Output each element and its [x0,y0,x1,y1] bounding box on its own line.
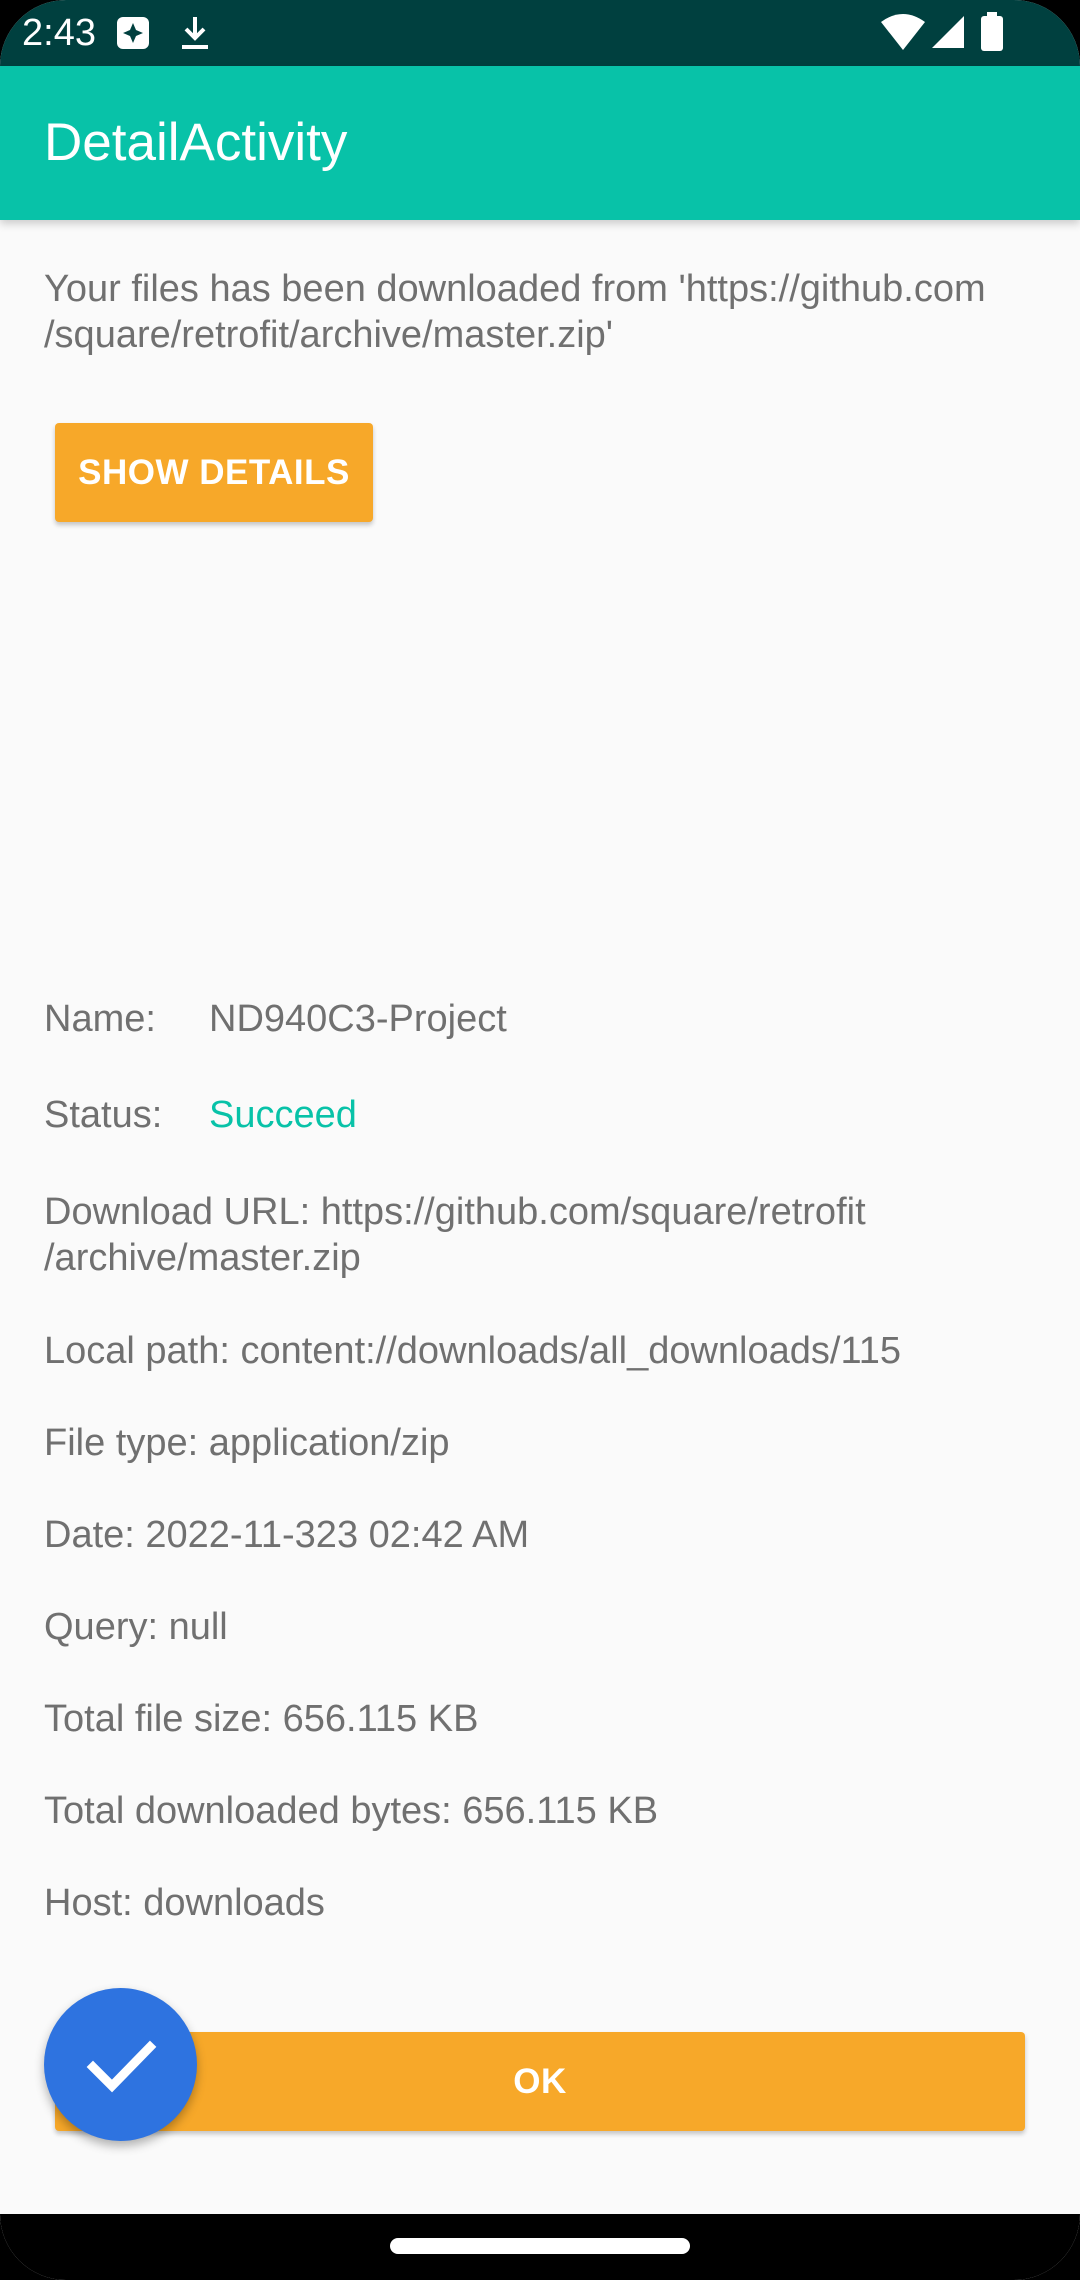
app-screen: 2:43 DetailActivity Your files has been … [0,0,1080,2280]
file-type-text: File type: application/zip [44,1422,450,1464]
status-label: Status: [44,1094,163,1136]
ok-button[interactable]: OK [55,2032,1025,2131]
status-value: Succeed [209,1094,357,1136]
name-row: Name: ND940C3-Project [44,996,1034,1042]
query-text: Query: null [44,1606,228,1648]
app-bar-title: DetailActivity [44,113,348,172]
wifi-icon [881,14,925,50]
notification-icon [117,17,149,49]
status-row: Status: Succeed [44,1092,1034,1138]
name-value: ND940C3-Project [209,998,507,1040]
download-message: Your files has been downloaded from 'htt… [44,268,986,356]
download-url-text: Download URL: https://github.com/square/… [44,1191,866,1279]
app-bar: DetailActivity [0,66,1080,220]
signal-icon [932,16,964,48]
local-path-text: Local path: content://downloads/all_down… [44,1330,902,1372]
navigation-bar [0,2214,1080,2280]
host-text: Host: downloads [44,1882,325,1924]
total-file-size-text: Total file size: 656.115 KB [44,1698,479,1740]
battery-icon [981,12,1003,51]
fab-button[interactable] [44,1988,197,2141]
check-icon [86,2040,156,2092]
show-details-button[interactable]: SHOW DETAILS [55,423,373,522]
status-time: 2:43 [22,12,96,54]
name-label: Name: [44,998,156,1040]
download-icon [182,17,208,49]
home-gesture-handle[interactable] [390,2238,690,2254]
status-bar: 2:43 [0,0,1080,66]
total-downloaded-bytes-text: Total downloaded bytes: 656.115 KB [44,1790,659,1832]
date-text: Date: 2022-11-323 02:42 AM [44,1514,530,1556]
